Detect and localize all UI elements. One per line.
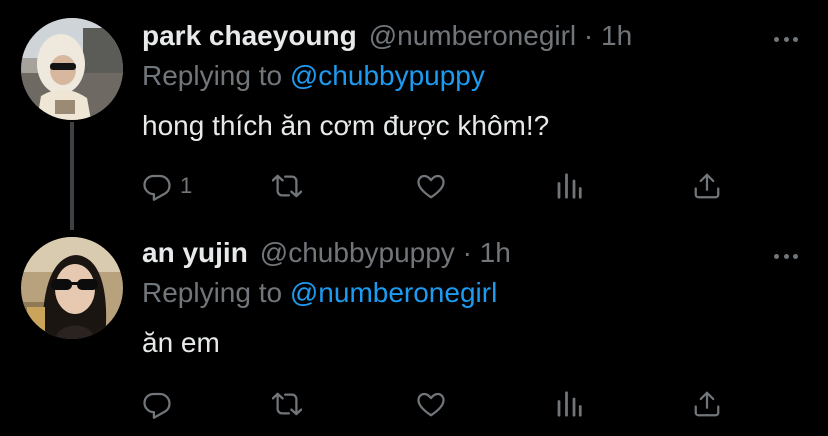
like-icon [417,174,445,199]
reply-icon [143,174,171,201]
share-icon [694,391,720,417]
tweet-header: an yujin @chubbypuppy · 1h [142,237,511,269]
stats-button[interactable] [554,386,584,422]
mention-link[interactable]: @numberonegirl [290,277,497,308]
share-button[interactable] [692,386,722,422]
reply-count: 1 [180,173,193,198]
share-button[interactable] [692,168,722,204]
stats-icon [557,391,582,417]
reply-icon [143,392,171,419]
retweet-button[interactable] [272,168,302,204]
tweet-park-chaeyoung[interactable]: park chaeyoung @numberonegirl · 1h Reply… [0,0,828,230]
handle-time[interactable]: @chubbypuppy · 1h [260,237,511,269]
reply-button[interactable] [142,386,180,422]
avatar[interactable] [21,237,123,339]
display-name[interactable]: an yujin [142,237,248,269]
like-icon [417,392,445,417]
like-button[interactable] [416,168,446,204]
tweet-text: hong thích ăn cơm được khôm!? [142,110,550,141]
replying-prefix: Replying to [142,277,290,308]
mention-link[interactable]: @chubbypuppy [290,60,485,91]
share-icon [694,173,720,199]
retweet-icon [272,392,302,416]
retweet-button[interactable] [272,386,302,422]
handle-time[interactable]: @numberonegirl · 1h [369,20,632,52]
reply-button[interactable]: 1 [142,168,192,204]
retweet-icon [272,174,302,198]
stats-button[interactable] [554,168,584,204]
tweet-an-yujin[interactable]: an yujin @chubbypuppy · 1h Replying to @… [0,230,828,436]
replying-to: Replying to @numberonegirl [142,277,497,309]
replying-to: Replying to @chubbypuppy [142,60,485,92]
thread-line [70,122,74,230]
tweet-actions [142,386,732,422]
display-name[interactable]: park chaeyoung [142,20,357,52]
more-icon[interactable] [774,251,798,261]
replying-prefix: Replying to [142,60,290,91]
more-icon[interactable] [774,34,798,44]
like-button[interactable] [416,386,446,422]
tweet-text: ăn em [142,327,220,358]
tweet-actions: 1 [142,168,732,204]
tweet-header: park chaeyoung @numberonegirl · 1h [142,20,632,52]
avatar[interactable] [21,18,123,120]
stats-icon [557,173,582,199]
